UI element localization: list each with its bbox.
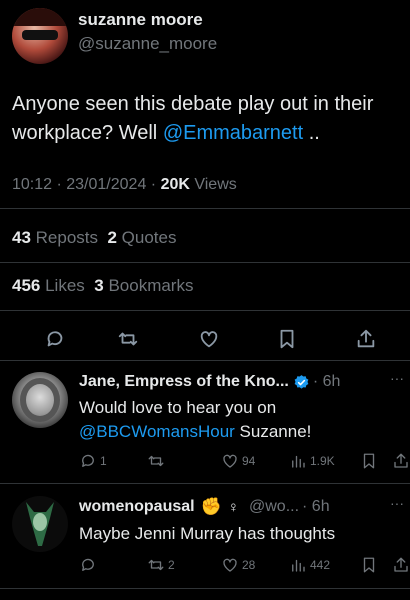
- tweet-text: Anyone seen this debate play out in thei…: [12, 90, 404, 148]
- views-button[interactable]: 442: [289, 556, 330, 574]
- share-button[interactable]: [355, 328, 377, 350]
- mention-link[interactable]: @Emmabarnett: [163, 122, 303, 144]
- divider: [0, 208, 410, 209]
- repost-icon: [148, 455, 164, 467]
- likes-link[interactable]: 456 Likes: [12, 276, 85, 295]
- repost-button[interactable]: [117, 328, 139, 350]
- like-icon: [223, 558, 237, 572]
- tweet-meta: 10:12 · 23/01/2024 · 20K Views: [12, 176, 237, 194]
- repost-count: 2: [168, 558, 175, 572]
- share-icon: [394, 453, 408, 468]
- share-icon: [394, 557, 408, 572]
- views-count: 442: [310, 558, 331, 572]
- views-icon: [292, 559, 305, 572]
- mention-link[interactable]: @BBCWomansHour: [79, 422, 235, 441]
- reply-display-name[interactable]: womenopausal: [79, 498, 195, 516]
- reply-icon: [47, 331, 63, 347]
- reply-text-line: Would love to hear you on: [79, 398, 277, 417]
- views-button[interactable]: 1.9K: [289, 452, 335, 470]
- quotes-label: Quotes: [116, 228, 177, 247]
- repost-button[interactable]: 2: [147, 556, 175, 574]
- reposts-link[interactable]: 43 Reposts: [12, 228, 98, 247]
- repost-icon: [118, 332, 138, 346]
- reply-handle[interactable]: @wo...: [249, 498, 299, 516]
- reply-button[interactable]: [79, 556, 100, 574]
- avatar-hair: [12, 8, 68, 26]
- divider: [0, 483, 410, 484]
- reply-button[interactable]: [44, 328, 66, 350]
- tweet-timestamp[interactable]: 10:12 · 23/01/2024 ·: [12, 176, 161, 193]
- like-bookmark-stats: 456 Likes 3 Bookmarks: [12, 276, 193, 296]
- bookmark-button[interactable]: [276, 328, 298, 350]
- reply-text-tail: Suzanne!: [234, 422, 312, 441]
- bookmark-button[interactable]: [360, 452, 378, 470]
- like-count: 28: [242, 558, 256, 572]
- avatar-sunglasses: [22, 30, 58, 40]
- share-icon: [357, 329, 375, 348]
- author-avatar[interactable]: [12, 8, 68, 64]
- reply-text: Would love to hear you on @BBCWomansHour…: [79, 396, 399, 444]
- like-icon: [223, 454, 237, 468]
- reposts-label: Reposts: [30, 228, 99, 247]
- reply-icon: [82, 454, 94, 467]
- quotes-count: 2: [107, 228, 117, 247]
- reply-button[interactable]: 1: [79, 452, 107, 470]
- repost-icon: [148, 559, 164, 571]
- avatar-figure: [26, 502, 54, 546]
- reply-icon: [82, 558, 94, 571]
- author-display-name[interactable]: suzanne moore: [78, 10, 203, 30]
- reply-text: Maybe Jenni Murray has thoughts: [79, 524, 336, 543]
- bookmarks-link[interactable]: 3 Bookmarks: [94, 276, 193, 295]
- bookmark-icon: [363, 557, 375, 573]
- bookmarks-label: Bookmarks: [103, 276, 194, 295]
- like-icon: [200, 331, 218, 348]
- like-count: 94: [242, 454, 256, 468]
- female-sign-emoji: ♀: [227, 498, 239, 516]
- like-button[interactable]: 94: [221, 452, 255, 470]
- views-count: 20K: [160, 176, 190, 193]
- more-options-icon[interactable]: ···: [390, 495, 404, 511]
- author-handle[interactable]: @suzanne_moore: [78, 34, 217, 54]
- reposts-count: 43: [12, 228, 31, 247]
- views-count: 1.9K: [310, 454, 335, 468]
- divider: [0, 588, 410, 589]
- bookmarks-count: 3: [94, 276, 104, 295]
- raised-fist-emoji: ✊: [200, 497, 222, 516]
- repost-button[interactable]: [147, 452, 168, 470]
- reply-avatar[interactable]: [12, 496, 68, 552]
- likes-label: Likes: [40, 276, 85, 295]
- likes-count: 456: [12, 276, 41, 295]
- quotes-link[interactable]: 2 Quotes: [107, 228, 176, 247]
- reply-header: womenopausal ✊ ♀ @wo... · 6h ···: [79, 495, 404, 517]
- verified-badge-icon: [294, 374, 309, 389]
- reply-count: 1: [100, 454, 107, 468]
- bookmark-icon: [363, 453, 375, 469]
- more-options-icon[interactable]: ···: [390, 370, 404, 386]
- divider: [0, 360, 410, 361]
- share-button[interactable]: [392, 452, 410, 470]
- reply-time[interactable]: · 6h: [302, 498, 330, 516]
- reply-time[interactable]: · 6h: [313, 373, 341, 391]
- tweet-text-tail: ..: [303, 122, 320, 144]
- like-button[interactable]: [198, 328, 220, 350]
- divider: [0, 310, 410, 311]
- avatar-hair: [20, 378, 60, 422]
- reply-display-name[interactable]: Jane, Empress of the Kno...: [79, 373, 289, 391]
- divider: [0, 262, 410, 263]
- repost-quote-stats: 43 Reposts 2 Quotes: [12, 228, 176, 248]
- views-icon: [292, 455, 305, 468]
- like-button[interactable]: 28: [221, 556, 255, 574]
- reply-avatar[interactable]: [12, 372, 68, 428]
- views-label: Views: [189, 176, 237, 193]
- share-button[interactable]: [392, 556, 410, 574]
- bookmark-icon: [280, 329, 294, 349]
- bookmark-button[interactable]: [360, 556, 378, 574]
- reply-header: Jane, Empress of the Kno... · 6h ···: [79, 370, 404, 392]
